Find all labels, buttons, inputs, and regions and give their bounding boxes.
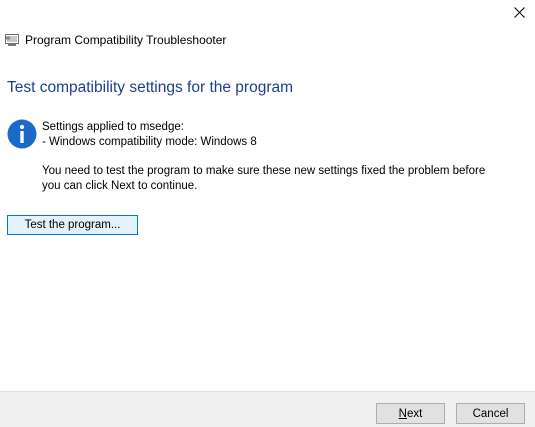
footer-bar: Next Cancel bbox=[0, 391, 535, 427]
instruction-text-line-2: you can click Next to continue. bbox=[42, 180, 198, 192]
title-bar: Program Compatibility Troubleshooter bbox=[5, 32, 226, 48]
close-icon bbox=[513, 6, 525, 18]
window-title: Program Compatibility Troubleshooter bbox=[25, 33, 227, 47]
cancel-button-label: Cancel bbox=[472, 407, 509, 420]
cancel-button[interactable]: Cancel bbox=[456, 403, 525, 424]
next-button-accelerator: N bbox=[398, 407, 407, 420]
next-button-label: ext bbox=[406, 407, 423, 420]
info-icon bbox=[7, 119, 37, 149]
close-button[interactable] bbox=[503, 0, 535, 24]
test-program-button-label: Test the program... bbox=[24, 219, 121, 231]
settings-applied-text: Settings applied to msedge: bbox=[42, 121, 184, 133]
page-heading: Test compatibility settings for the prog… bbox=[7, 79, 294, 96]
troubleshooter-app-icon bbox=[5, 34, 19, 46]
next-button[interactable]: Next bbox=[376, 403, 445, 424]
compatibility-mode-text: - Windows compatibility mode: Windows 8 bbox=[42, 136, 257, 148]
troubleshooter-window: Program Compatibility Troubleshooter Tes… bbox=[0, 0, 535, 427]
instruction-text-line-1: You need to test the program to make sur… bbox=[42, 165, 486, 177]
test-program-button[interactable]: Test the program... bbox=[7, 215, 138, 235]
